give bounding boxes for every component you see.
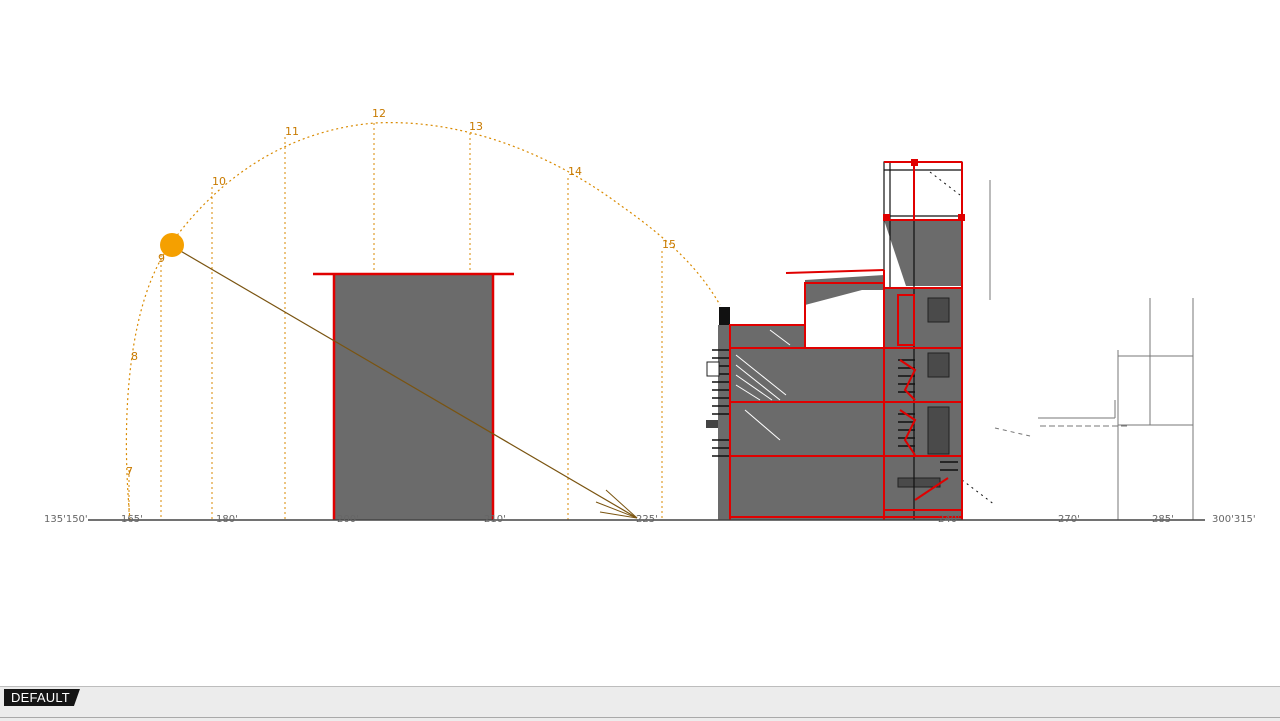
azimuth-label: 285' xyxy=(1152,514,1174,525)
status-bar: DEFAULT xyxy=(0,686,1280,721)
section-building xyxy=(706,159,996,520)
background-context-lines xyxy=(989,180,1194,520)
azimuth-label: 240' xyxy=(938,514,960,525)
hour-label: 7 xyxy=(126,465,133,478)
sun-path-section-drawing: 7 8 9 10 11 12 13 14 15 135'150' 165' 18… xyxy=(44,107,1256,525)
hour-label: 12 xyxy=(372,107,386,120)
azimuth-label: 180' xyxy=(216,514,238,525)
adjacent-building-block xyxy=(334,274,493,520)
drawing-viewport[interactable]: 7 8 9 10 11 12 13 14 15 135'150' 165' 18… xyxy=(0,0,1280,686)
layer-tab-default[interactable]: DEFAULT xyxy=(4,689,80,706)
azimuth-label: 165' xyxy=(121,514,143,525)
hour-label: 15 xyxy=(662,238,676,251)
hour-label: 10 xyxy=(212,175,226,188)
azimuth-label: 300'315' xyxy=(1212,514,1256,525)
azimuth-label: 210' xyxy=(484,514,506,525)
azimuth-label: 200' xyxy=(337,514,359,525)
hour-label: 11 xyxy=(285,125,299,138)
hour-label: 14 xyxy=(568,165,582,178)
hour-label: 9 xyxy=(158,252,165,265)
sun-icon[interactable] xyxy=(160,233,184,257)
azimuth-label: 270' xyxy=(1058,514,1080,525)
azimuth-label: 135'150' xyxy=(44,514,88,525)
azimuth-label: 225' xyxy=(636,514,658,525)
status-bar-divider xyxy=(0,717,1280,718)
hour-label: 13 xyxy=(469,120,483,133)
hour-label: 8 xyxy=(131,350,138,363)
